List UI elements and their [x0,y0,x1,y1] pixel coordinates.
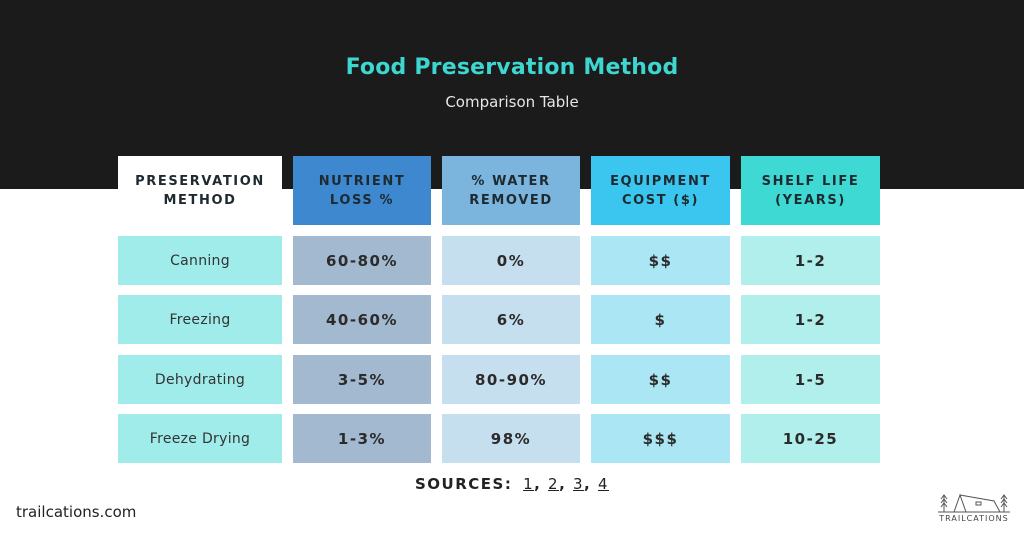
method-cell: Freeze Drying [118,414,282,463]
cost-cell: $ [591,295,730,344]
shelf-life-cell: 1-2 [741,236,880,285]
source-link-2[interactable]: 2 [548,475,559,493]
trailcations-logo: TRAILCATIONS [934,489,1014,525]
page-subtitle: Comparison Table [445,93,579,111]
header-line-1: SHELF LIFE [761,173,860,189]
logo-text: TRAILCATIONS [939,514,1009,523]
water-removed-cell: 80-90% [442,355,580,404]
sources-label: SOURCES: [414,475,513,493]
method-cell: Dehydrating [118,355,282,404]
header-line-2: METHOD [163,192,237,208]
header-line-1: NUTRIENT [318,173,406,189]
header-line-2: (YEARS) [775,192,846,208]
tent-trees-icon [938,493,1010,513]
site-url: trailcations.com [16,503,137,521]
cost-cell: $$ [591,236,730,285]
header-line-2: REMOVED [469,192,553,208]
nutrient-loss-cell: 40-60% [293,295,431,344]
shelf-life-cell: 1-5 [741,355,880,404]
header-line-1: EQUIPMENT [610,173,711,189]
page-title: Food Preservation Method [345,55,679,80]
nutrient-loss-cell: 60-80% [293,236,431,285]
header-line-2: LOSS % [329,192,395,208]
nutrient-loss-cell: 3-5% [293,355,431,404]
method-cell: Freezing [118,295,282,344]
header-line-1: % WATER [471,173,551,189]
separator: , [559,475,573,493]
source-link-3[interactable]: 3 [573,475,584,493]
source-link-4[interactable]: 4 [598,475,609,493]
water-removed-cell: 6% [442,295,580,344]
header-preservation-method: PRESERVATION METHOD [118,156,282,225]
shelf-life-cell: 10-25 [741,414,880,463]
cost-cell: $$ [591,355,730,404]
cost-cell: $$$ [591,414,730,463]
header-line-2: COST ($) [621,192,700,208]
water-removed-cell: 0% [442,236,580,285]
header-nutrient-loss: NUTRIENT LOSS % [293,156,431,225]
separator: , [534,475,549,493]
header-water-removed: % WATER REMOVED [442,156,580,225]
header-shelf-life: SHELF LIFE (YEARS) [741,156,880,225]
separator: , [584,475,598,493]
header-line-1: PRESERVATION [135,173,265,189]
method-cell: Canning [118,236,282,285]
sources-line: SOURCES: 1, 2, 3, 4 [0,475,1024,493]
water-removed-cell: 98% [442,414,580,463]
nutrient-loss-cell: 1-3% [293,414,431,463]
header-equipment-cost: EQUIPMENT COST ($) [591,156,730,225]
source-link-1[interactable]: 1 [523,475,534,493]
shelf-life-cell: 1-2 [741,295,880,344]
